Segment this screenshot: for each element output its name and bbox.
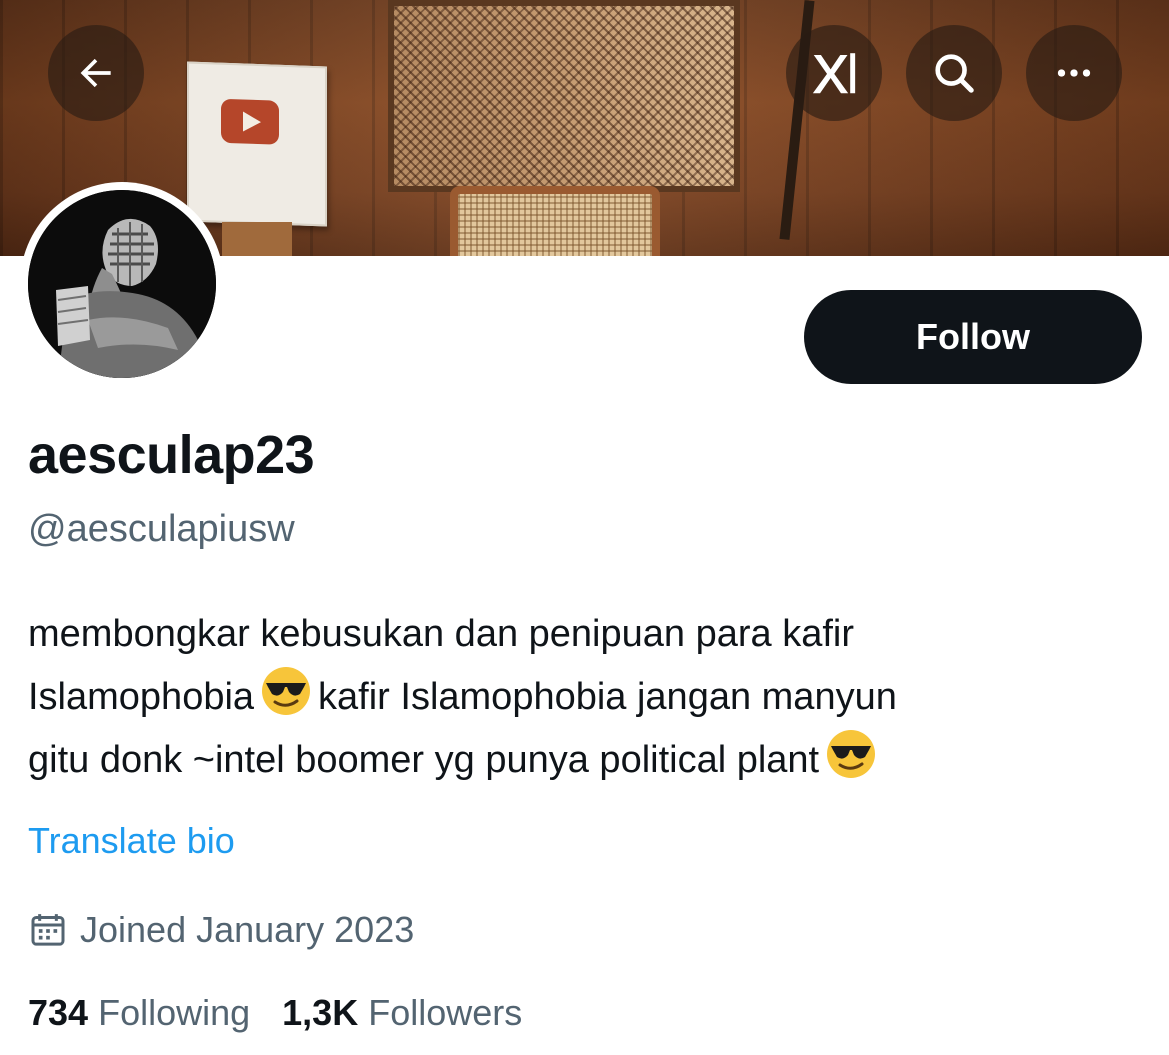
sunglasses-emoji-icon (827, 730, 876, 778)
bio-line-1: membongkar kebusukan dan penipuan para k… (28, 604, 1148, 665)
more-button[interactable] (1026, 25, 1122, 121)
display-name: aesculap23 (28, 425, 315, 485)
bio-line-2: Islamophobia kafir Islamophobia jangan m… (28, 665, 1148, 728)
search-button[interactable] (906, 25, 1002, 121)
bio-text: Islamophobia (28, 676, 255, 718)
followers-link[interactable]: 1,3K Followers (282, 992, 522, 1034)
sunglasses-emoji-icon (262, 667, 311, 715)
following-label: Following (98, 992, 251, 1033)
grok-button[interactable] (786, 25, 882, 121)
followers-count: 1,3K (282, 992, 359, 1033)
banner-painting (388, 0, 740, 192)
banner-chair (450, 186, 660, 256)
more-horizontal-icon (1057, 69, 1091, 77)
calendar-icon (31, 914, 65, 946)
follow-button[interactable]: Follow (804, 290, 1142, 384)
back-button[interactable] (48, 25, 144, 121)
joined-text: Joined January 2023 (80, 909, 415, 950)
avatar[interactable] (20, 182, 224, 386)
handle: @aesculapiusw (28, 508, 295, 550)
bio: membongkar kebusukan dan penipuan para k… (28, 604, 1148, 791)
followers-label: Followers (368, 992, 523, 1033)
banner-play-button-plaque (187, 61, 327, 227)
bio-text: membongkar kebusukan dan penipuan para k… (28, 613, 854, 655)
bio-text: gitu donk ~intel boomer yg punya politic… (28, 739, 820, 781)
bio-text: kafir Islamophobia jangan manyun (318, 676, 897, 718)
arrow-left-icon (80, 58, 111, 88)
following-link[interactable]: 734 Following (28, 992, 250, 1034)
following-count: 734 (28, 992, 89, 1033)
joined-date: Joined January 2023 (28, 906, 414, 954)
bio-line-3: gitu donk ~intel boomer yg punya politic… (28, 728, 1148, 791)
translate-bio-link[interactable]: Translate bio (28, 820, 235, 862)
grok-icon (812, 53, 856, 94)
search-icon (935, 54, 974, 93)
banner-easel (222, 222, 292, 256)
follow-stats: 734 Following 1,3K Followers (28, 992, 522, 1034)
avatar-image (28, 190, 216, 378)
